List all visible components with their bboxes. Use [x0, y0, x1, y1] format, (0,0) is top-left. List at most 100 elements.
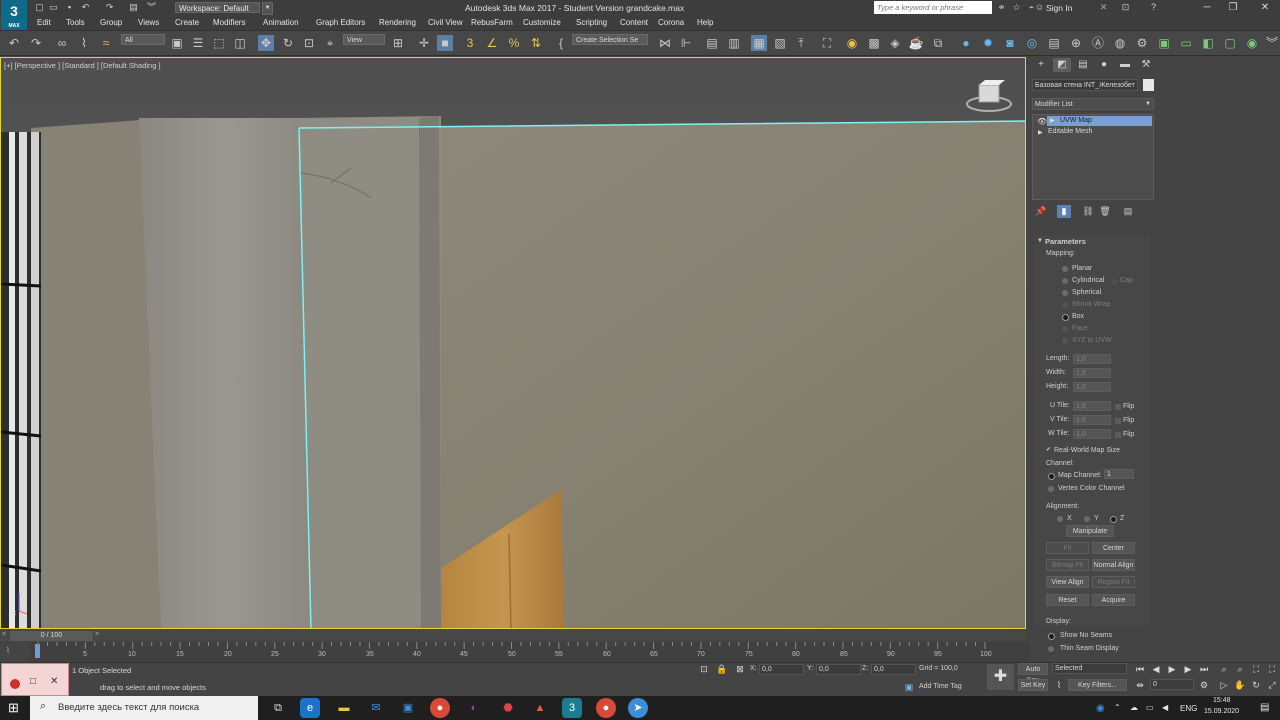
- menu-views[interactable]: Views: [138, 18, 159, 27]
- add-time-tag[interactable]: Add Time Tag: [919, 683, 962, 690]
- make-unique-icon[interactable]: ⛓: [1081, 205, 1095, 218]
- time-tag-icon[interactable]: ▣: [903, 681, 915, 693]
- set-key-big-button[interactable]: ✚: [987, 664, 1014, 690]
- place-icon[interactable]: ⌖: [322, 35, 338, 51]
- v-tile-spinner[interactable]: 1,0: [1073, 415, 1111, 425]
- set-key-button[interactable]: Set Key: [1018, 679, 1048, 691]
- chrome-profile-icon[interactable]: ●: [596, 698, 616, 718]
- app-logo[interactable]: 3 MAX: [1, 0, 27, 30]
- display-tab-icon[interactable]: ▬: [1116, 58, 1134, 72]
- bind-space-warp-icon[interactable]: ≈: [98, 35, 114, 51]
- menu-group[interactable]: Group: [100, 18, 122, 27]
- window-crossing-icon[interactable]: ◫: [232, 35, 248, 51]
- collapse-icon[interactable]: ▼: [1037, 238, 1043, 244]
- help-icon[interactable]: ?: [1148, 2, 1159, 13]
- render-setup-icon[interactable]: ▩: [866, 35, 882, 51]
- chrome-icon[interactable]: ●: [430, 698, 450, 718]
- camera-icon[interactable]: ◙: [1002, 35, 1018, 51]
- task-view-icon[interactable]: ⧉: [268, 698, 288, 718]
- prev-frame-icon[interactable]: ◀: [1150, 663, 1162, 675]
- length-spinner[interactable]: 1,0: [1073, 354, 1111, 364]
- region-fit-button[interactable]: Region Fit: [1092, 576, 1135, 588]
- create-tab-icon[interactable]: +: [1032, 58, 1050, 72]
- bottle-icon[interactable]: Ⓐ: [1090, 35, 1106, 51]
- snap-toggle-icon[interactable]: 3: [462, 35, 478, 51]
- w-tile-spinner[interactable]: 1,0: [1073, 429, 1111, 439]
- menu-customize[interactable]: Customize: [523, 18, 561, 27]
- new-file-icon[interactable]: ▢: [34, 2, 45, 13]
- restore-icon[interactable]: □: [30, 676, 36, 687]
- light-bulb-icon[interactable]: ●: [958, 35, 974, 51]
- maximize-viewport-icon[interactable]: ⤢: [1266, 679, 1278, 691]
- object-color-swatch[interactable]: [1143, 79, 1154, 91]
- tray-onedrive-icon[interactable]: ☁: [1130, 703, 1138, 712]
- tray-network-icon[interactable]: ▭: [1146, 703, 1154, 712]
- utilities-tab-icon[interactable]: ⚒: [1137, 58, 1155, 72]
- radio-align-x[interactable]: [1057, 516, 1063, 522]
- toolbar-more-icon[interactable]: ︾: [1264, 35, 1280, 51]
- current-frame-field[interactable]: 0: [1150, 679, 1194, 690]
- frame-icon[interactable]: ▢: [1222, 35, 1238, 51]
- menu-modifiers[interactable]: Modifiers: [213, 18, 245, 27]
- normal-align-button[interactable]: Normal Align: [1092, 559, 1135, 571]
- star-icon[interactable]: ☆: [1011, 2, 1022, 13]
- center-button[interactable]: Center: [1092, 542, 1135, 554]
- goto-start-icon[interactable]: ⏮: [1134, 663, 1146, 675]
- checkmark-icon[interactable]: ✔: [1046, 446, 1051, 453]
- search-input[interactable]: Type a keyword or phrase: [874, 1, 992, 14]
- clock-time[interactable]: 15:48: [1213, 697, 1231, 704]
- file-explorer-icon[interactable]: ▬: [334, 698, 354, 718]
- scale-icon[interactable]: ⊡: [301, 35, 317, 51]
- exchange-icon[interactable]: ✕: [1098, 2, 1109, 13]
- key-mode-dropdown[interactable]: Selected: [1052, 663, 1127, 674]
- converter-icon[interactable]: ⚙: [1134, 35, 1150, 51]
- key-mode-toggle-icon[interactable]: ⇹: [1134, 679, 1146, 691]
- maxscript-listener[interactable]: □ ✕: [1, 663, 69, 696]
- acquire-button[interactable]: Acquire: [1092, 594, 1135, 606]
- menu-scripting[interactable]: Scripting: [576, 18, 607, 27]
- w-flip-checkbox[interactable]: [1115, 432, 1121, 438]
- frame-buffer-icon[interactable]: ▤: [1046, 35, 1062, 51]
- chevron-down-icon[interactable]: ▼: [262, 2, 273, 15]
- telegram-icon[interactable]: ➤: [628, 698, 648, 718]
- tray-app-icon[interactable]: ◉: [1096, 703, 1105, 714]
- time-slider-thumb[interactable]: 0 / 100: [10, 631, 93, 641]
- selection-set-dropdown[interactable]: Create Selection Se: [572, 34, 648, 45]
- modifier-list-dropdown[interactable]: Modifier List ▼: [1032, 98, 1154, 110]
- reset-button[interactable]: Reset: [1046, 594, 1089, 606]
- render-frame-icon[interactable]: ◈: [887, 35, 903, 51]
- time-next-icon[interactable]: >: [95, 631, 99, 638]
- edit-named-sets-icon[interactable]: {: [553, 35, 569, 51]
- goto-end-icon[interactable]: ⏭: [1198, 663, 1210, 675]
- radio-xyz-to-uvw[interactable]: [1062, 338, 1068, 344]
- layout-icon[interactable]: ▣: [1156, 35, 1172, 51]
- spinner-snap-icon[interactable]: ⇅: [528, 35, 544, 51]
- proxy-icon[interactable]: ⊕: [1068, 35, 1084, 51]
- eye-visibility-icon[interactable]: 👁: [1037, 117, 1047, 126]
- mail-icon[interactable]: ✉: [366, 698, 386, 718]
- radio-face[interactable]: [1062, 326, 1068, 332]
- scene-explorer-icon[interactable]: ▤: [704, 35, 720, 51]
- rect-region-icon[interactable]: ⬚: [211, 35, 227, 51]
- language-indicator[interactable]: ENG: [1180, 704, 1197, 713]
- menu-rendering[interactable]: Rendering: [379, 18, 416, 27]
- menu-animation[interactable]: Animation: [263, 18, 299, 27]
- align-icon[interactable]: ⊩: [678, 35, 694, 51]
- menu-civil-view[interactable]: Civil View: [428, 18, 463, 27]
- record-icon[interactable]: [10, 679, 20, 689]
- zoom-icon[interactable]: ⌕: [1218, 663, 1230, 675]
- auto-key-button[interactable]: Auto Key: [1018, 663, 1048, 684]
- x-coordinate-field[interactable]: 0,0: [759, 664, 804, 675]
- window-icon[interactable]: ▭: [1178, 35, 1194, 51]
- next-frame-icon[interactable]: ▶: [1182, 663, 1194, 675]
- pivot-center-icon[interactable]: ⊞: [390, 35, 406, 51]
- perspective-viewport[interactable]: z y x: [0, 57, 1026, 629]
- open-file-icon[interactable]: ▭: [48, 2, 59, 13]
- key-filters-button[interactable]: Key Filters...: [1068, 679, 1127, 691]
- zoom-all-icon[interactable]: ⌕: [1234, 663, 1246, 675]
- modify-tab-icon[interactable]: ◩: [1053, 58, 1071, 72]
- zoom-extents-all-icon[interactable]: ⛶: [1266, 663, 1278, 675]
- radio-spherical[interactable]: [1062, 290, 1068, 296]
- menu-graph-editors[interactable]: Graph Editors: [316, 18, 365, 27]
- menu-tools[interactable]: Tools: [66, 18, 85, 27]
